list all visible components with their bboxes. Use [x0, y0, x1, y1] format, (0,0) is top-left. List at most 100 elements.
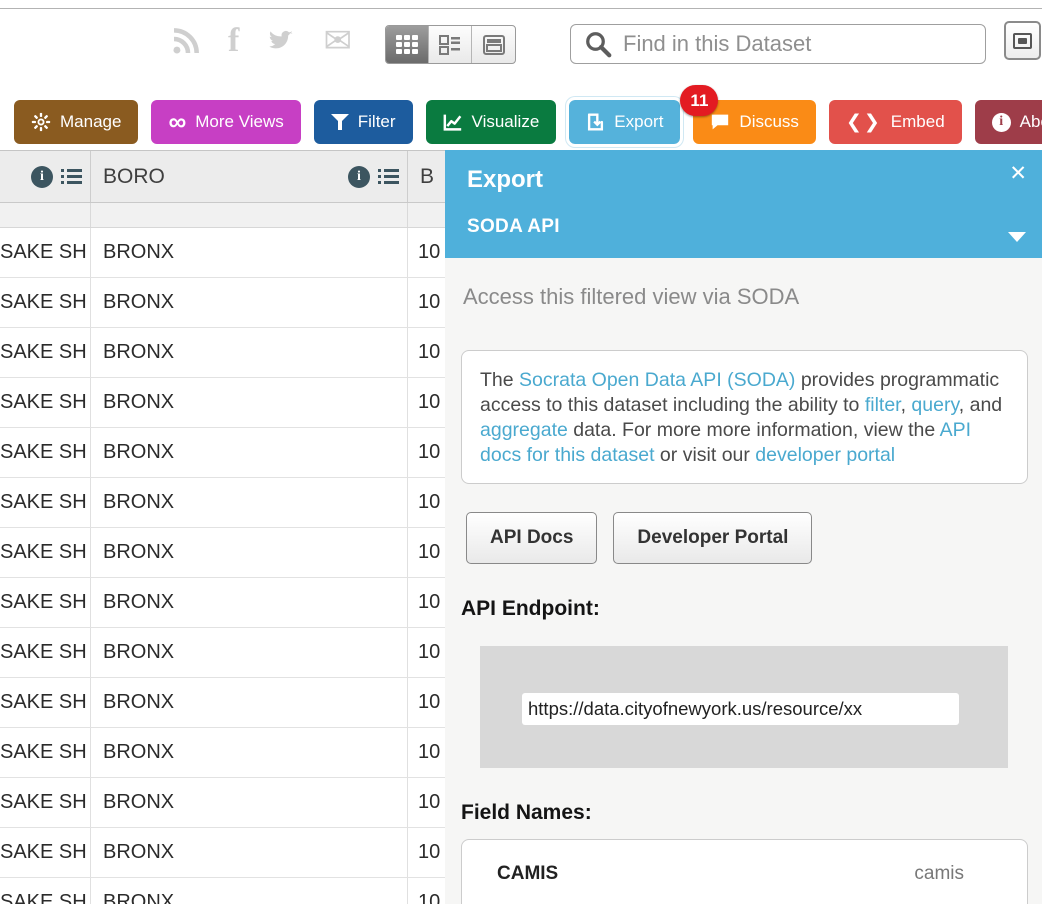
discuss-button[interactable]: 11 Discuss: [693, 100, 816, 144]
table-cell[interactable]: BRONX: [91, 228, 408, 277]
export-panel-body: Access this filtered view via SODA The S…: [445, 284, 1042, 904]
developer-portal-link[interactable]: developer portal: [755, 444, 895, 466]
column-label: BORO: [99, 165, 348, 189]
view-toggle-group: [385, 25, 516, 64]
soda-description-box: The Socrata Open Data API (SODA) provide…: [461, 350, 1028, 484]
table-cell[interactable]: SAKE SH: [0, 528, 91, 577]
table-cell[interactable]: SAKE SH: [0, 828, 91, 877]
table-cell[interactable]: SAKE SH: [0, 678, 91, 727]
table-cell[interactable]: SAKE SH: [0, 378, 91, 427]
api-endpoint-box: [480, 646, 1008, 768]
soda-subtitle: Access this filtered view via SODA: [463, 284, 1027, 310]
maximize-button[interactable]: [1004, 21, 1041, 60]
api-endpoint-label: API Endpoint:: [461, 597, 1027, 621]
table-cell[interactable]: BRONX: [91, 528, 408, 577]
table-cell[interactable]: SAKE SH: [0, 478, 91, 527]
page-view-icon: [483, 35, 505, 55]
social-share-bar: f ✉: [170, 24, 352, 58]
table-cell[interactable]: BRONX: [91, 728, 408, 777]
visualize-label: Visualize: [472, 112, 540, 132]
table-cell[interactable]: SAKE SH: [0, 428, 91, 477]
chevron-down-icon[interactable]: [1008, 232, 1026, 242]
desc-text: ,: [901, 394, 912, 416]
grid-view-icon: [396, 35, 418, 54]
email-icon[interactable]: ✉: [323, 24, 352, 58]
table-cell[interactable]: SAKE SH: [0, 778, 91, 827]
table-cell[interactable]: SAKE SH: [0, 878, 91, 904]
table-cell[interactable]: SAKE SH: [0, 578, 91, 627]
info-icon: i: [992, 113, 1011, 132]
find-in-dataset-search: [570, 24, 986, 64]
rich-list-view-toggle[interactable]: [429, 26, 472, 63]
filter-button[interactable]: Filter: [314, 100, 413, 144]
column-header-1[interactable]: i: [0, 151, 91, 202]
filter-funnel-icon: [331, 114, 349, 130]
about-button[interactable]: i About: [975, 100, 1042, 144]
field-names-box: CAMIS camis: [461, 839, 1028, 904]
export-download-icon: [586, 112, 605, 132]
code-brackets-icon: ❮❯: [846, 111, 882, 134]
table-cell[interactable]: BRONX: [91, 778, 408, 827]
field-api-name: camis: [914, 863, 964, 904]
dataset-page: f ✉ Manage ∞ More Views: [0, 0, 1042, 904]
about-label: About: [1020, 112, 1042, 132]
facebook-icon[interactable]: f: [228, 24, 239, 58]
rss-icon[interactable]: [170, 25, 202, 57]
filter-link[interactable]: filter: [865, 394, 901, 416]
table-cell[interactable]: SAKE SH: [0, 728, 91, 777]
column-menu-icon[interactable]: [61, 166, 82, 187]
column-info-icon[interactable]: i: [31, 166, 53, 188]
speech-bubble-icon: [710, 113, 730, 131]
column-header-boro[interactable]: BORO i: [91, 151, 408, 202]
soda-api-section-header[interactable]: SODA API: [467, 216, 560, 238]
table-cell[interactable]: BRONX: [91, 278, 408, 327]
api-endpoint-input[interactable]: [522, 693, 959, 725]
search-icon: [583, 29, 613, 59]
grid-view-toggle[interactable]: [386, 26, 429, 63]
table-cell[interactable]: SAKE SH: [0, 228, 91, 277]
desc-text: or visit our: [655, 444, 756, 466]
search-input[interactable]: [623, 31, 973, 57]
table-cell[interactable]: BRONX: [91, 578, 408, 627]
embed-button[interactable]: ❮❯ Embed: [829, 100, 962, 144]
maximize-icon: [1013, 33, 1032, 49]
page-view-toggle[interactable]: [472, 26, 515, 63]
table-cell[interactable]: BRONX: [91, 628, 408, 677]
gear-icon: [31, 112, 51, 132]
twitter-icon[interactable]: [265, 27, 297, 55]
table-cell[interactable]: SAKE SH: [0, 328, 91, 377]
export-button[interactable]: Export: [569, 100, 680, 144]
field-name: CAMIS: [497, 863, 558, 904]
table-cell[interactable]: SAKE SH: [0, 278, 91, 327]
table-cell[interactable]: BRONX: [91, 378, 408, 427]
column-menu-icon[interactable]: [378, 166, 399, 187]
desc-text: The: [480, 369, 519, 391]
table-cell[interactable]: BRONX: [91, 478, 408, 527]
column-info-icon[interactable]: i: [348, 166, 370, 188]
table-cell[interactable]: SAKE SH: [0, 628, 91, 677]
table-cell[interactable]: BRONX: [91, 878, 408, 904]
query-link[interactable]: query: [911, 394, 958, 416]
table-cell[interactable]: BRONX: [91, 428, 408, 477]
table-cell[interactable]: BRONX: [91, 328, 408, 377]
export-panel-title: Export: [467, 166, 543, 194]
table-cell[interactable]: BRONX: [91, 828, 408, 877]
developer-portal-button[interactable]: Developer Portal: [613, 512, 812, 564]
aggregate-link[interactable]: aggregate: [480, 419, 568, 441]
desc-text: data. For more more information, view th…: [568, 419, 940, 441]
chart-icon: [443, 113, 463, 131]
api-docs-button[interactable]: API Docs: [466, 512, 597, 564]
manage-button[interactable]: Manage: [14, 100, 138, 144]
desc-text: , and: [959, 394, 1002, 416]
soda-api-link[interactable]: Socrata Open Data API (SODA): [519, 369, 795, 391]
close-icon[interactable]: ✕: [1009, 163, 1027, 184]
rich-list-view-icon: [439, 35, 461, 55]
export-label: Export: [614, 112, 663, 132]
visualize-button[interactable]: Visualize: [426, 100, 557, 144]
more-views-button[interactable]: ∞ More Views: [151, 100, 300, 144]
top-divider: [0, 8, 1042, 9]
more-views-label: More Views: [195, 112, 284, 132]
table-cell[interactable]: BRONX: [91, 678, 408, 727]
filter-label: Filter: [358, 112, 396, 132]
export-panel: Export ✕ SODA API Access this filtered v…: [445, 150, 1042, 904]
